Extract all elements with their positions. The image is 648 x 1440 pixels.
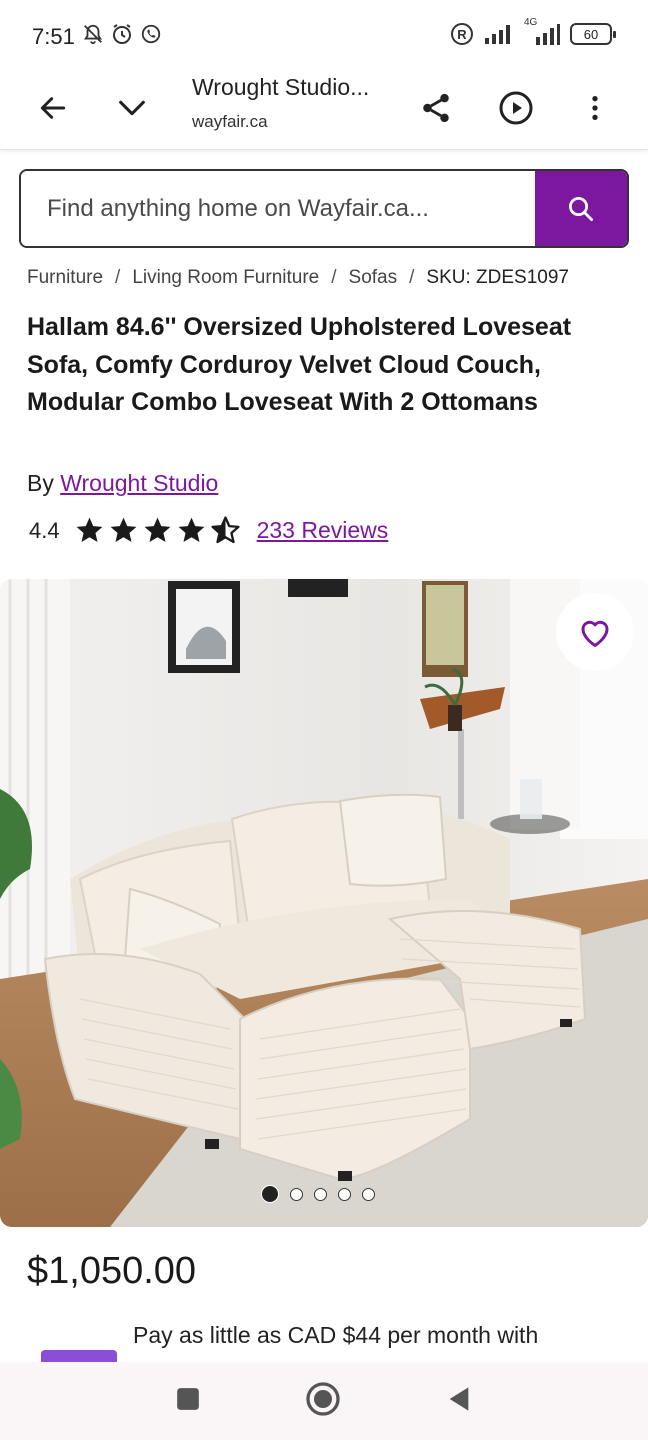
- product-photo: [0, 579, 648, 1227]
- favorite-button[interactable]: [556, 593, 634, 671]
- star-full-icon: [144, 517, 171, 542]
- search-bar: [19, 169, 629, 248]
- breadcrumb-separator: /: [409, 267, 415, 288]
- page-title: Wrought Studio...: [192, 74, 370, 100]
- search-input[interactable]: [21, 171, 535, 246]
- browser-toolbar: Wrought Studio... wayfair.ca: [0, 72, 648, 150]
- breadcrumb-separator: /: [115, 267, 121, 288]
- play-circle-icon: [499, 91, 533, 125]
- star-full-icon: [110, 517, 137, 542]
- system-navigation-bar: [0, 1362, 648, 1440]
- circle-icon: [306, 1381, 340, 1416]
- brand-link[interactable]: Wrought Studio: [60, 470, 218, 496]
- signal-4g-icon: 4G: [524, 17, 560, 45]
- share-icon: [423, 93, 449, 123]
- gallery-dot[interactable]: [314, 1187, 327, 1201]
- status-system-icons: R 4G 60: [450, 17, 616, 46]
- recent-apps-button[interactable]: [175, 1386, 201, 1417]
- star-partial-icon: [211, 516, 240, 544]
- gallery-dot[interactable]: [290, 1187, 303, 1201]
- breadcrumb-sofas[interactable]: Sofas: [349, 267, 398, 289]
- share-button[interactable]: [412, 84, 460, 132]
- back-nav-button[interactable]: [445, 1384, 473, 1419]
- chevron-down-icon: [119, 100, 145, 116]
- battery-level: 60: [583, 26, 599, 42]
- product-image-gallery[interactable]: [0, 579, 648, 1227]
- product-rating: 4.4 233 Reviews: [29, 515, 388, 546]
- reviews-link[interactable]: 233 Reviews: [257, 517, 389, 544]
- status-notification-icons: [82, 22, 162, 46]
- financing-text: Pay as little as CAD $44 per month with: [133, 1322, 539, 1348]
- product-title: Hallam 84.6'' Oversized Upholstered Love…: [27, 313, 572, 416]
- svg-text:R: R: [457, 27, 467, 42]
- more-menu-button[interactable]: [571, 84, 619, 132]
- signal-icon: [485, 25, 510, 44]
- search-button[interactable]: [535, 171, 627, 246]
- page-url[interactable]: wayfair.ca: [192, 112, 268, 132]
- star-full-icon: [178, 517, 205, 542]
- alarm-icon: [113, 24, 131, 44]
- bell-off-icon: [83, 24, 103, 45]
- rating-value: 4.4: [29, 517, 60, 543]
- search-icon: [569, 196, 593, 221]
- status-bar: 7:51 R 4G 60: [0, 0, 648, 72]
- play-button[interactable]: [492, 84, 540, 132]
- heart-icon: [581, 620, 609, 647]
- battery-icon: 60: [570, 23, 616, 45]
- gallery-dot[interactable]: [338, 1187, 351, 1201]
- financing-logo: [41, 1350, 117, 1362]
- back-button[interactable]: [29, 84, 77, 132]
- star-rating: [74, 515, 241, 546]
- home-button[interactable]: [305, 1381, 341, 1422]
- network-type: 4G: [524, 17, 538, 28]
- square-icon: [177, 1387, 199, 1410]
- star-full-icon: [76, 517, 103, 542]
- breadcrumb-furniture[interactable]: Furniture: [27, 267, 103, 289]
- whatsapp-icon: [141, 24, 161, 44]
- byline-prefix: By: [27, 470, 54, 496]
- more-vertical-icon: [592, 96, 598, 120]
- breadcrumb-separator: /: [331, 267, 337, 288]
- collapse-button[interactable]: [108, 84, 156, 132]
- product-price: $1,050.00: [27, 1250, 197, 1292]
- breadcrumb-sku: SKU: ZDES1097: [426, 267, 569, 288]
- gallery-pagination: [261, 1185, 375, 1203]
- gallery-dot[interactable]: [362, 1187, 375, 1201]
- triangle-back-icon: [449, 1386, 469, 1411]
- status-time: 7:51: [32, 24, 75, 49]
- arrow-left-icon: [40, 97, 66, 119]
- gallery-dot[interactable]: [261, 1185, 279, 1203]
- breadcrumb: Furniture / Living Room Furniture / Sofa…: [27, 267, 569, 289]
- product-byline: By Wrought Studio: [27, 470, 218, 497]
- registered-icon: R: [451, 23, 473, 45]
- breadcrumb-living-room-furniture[interactable]: Living Room Furniture: [132, 267, 319, 289]
